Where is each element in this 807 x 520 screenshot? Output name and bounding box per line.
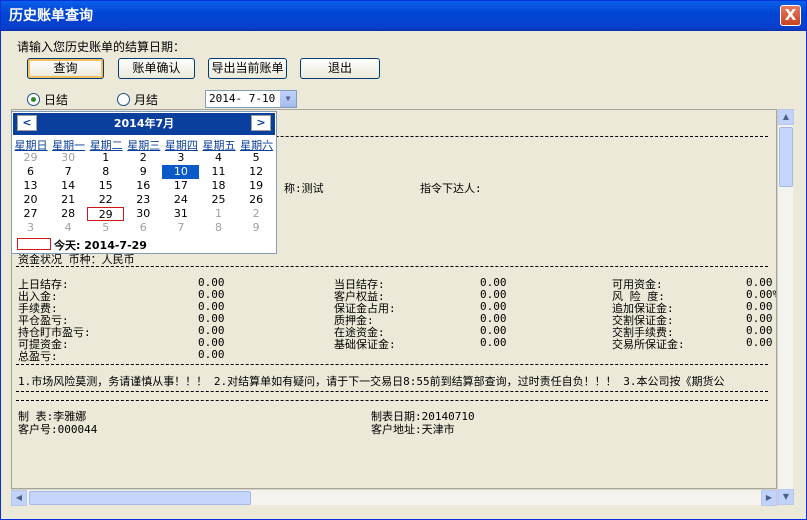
calendar-day[interactable]: 19: [238, 179, 275, 193]
fund-field-label: 总盈亏:: [18, 350, 58, 363]
close-icon[interactable]: X: [780, 5, 801, 26]
divider: [16, 266, 768, 267]
divider: [16, 364, 768, 365]
calendar-day[interactable]: 9: [125, 165, 162, 179]
calendar-day[interactable]: 4: [200, 151, 237, 165]
calendar-day[interactable]: 5: [87, 221, 124, 235]
history-bill-window: 历史账单查询 X 请输入您历史账单的结算日期： 查询 账单确认 导出当前账单 退…: [0, 0, 807, 520]
divider: [16, 391, 768, 392]
horizontal-scroll-thumb[interactable]: [29, 491, 251, 505]
calendar-day[interactable]: 7: [50, 165, 87, 179]
calendar-day[interactable]: 13: [12, 179, 49, 193]
calendar-day[interactable]: 22: [87, 193, 124, 207]
calendar-day[interactable]: 10: [162, 165, 200, 179]
calendar-day[interactable]: 17: [162, 179, 199, 193]
calendar-day[interactable]: 6: [12, 165, 49, 179]
radio-monthly-label: 月结: [134, 93, 159, 107]
radio-daily-label: 日结: [44, 93, 69, 107]
calendar-popup: 2014年7月 < > 星期日 星期一 星期二 星期三 星期四 星期五 星期六 29 30 1 2 3…: [11, 111, 277, 254]
calendar-day[interactable]: 28: [50, 207, 87, 221]
calendar-day[interactable]: 3: [12, 221, 49, 235]
calendar-day[interactable]: 25: [200, 193, 237, 207]
calendar-day[interactable]: 29: [87, 207, 125, 221]
calendar-day[interactable]: 5: [238, 151, 275, 165]
calendar-day[interactable]: 16: [125, 179, 162, 193]
radio-daily[interactable]: 日结: [27, 91, 68, 108]
fund-field-value: 0.00: [480, 336, 507, 349]
calendar-day[interactable]: 24: [162, 193, 199, 207]
calendar-day[interactable]: 15: [87, 179, 124, 193]
divider: [16, 400, 768, 401]
scroll-up-icon[interactable]: ▲: [778, 109, 794, 125]
vertical-scroll-thumb[interactable]: [779, 127, 793, 187]
client-address: 客户地址:天津市: [371, 423, 455, 436]
prev-month-icon[interactable]: <: [17, 115, 37, 131]
calendar-day[interactable]: 31: [162, 207, 199, 221]
calendar-day[interactable]: 7: [162, 221, 199, 235]
risk-notice: 1.市场风险莫测，务请谨慎从事！！！ 2.对结算单如有疑问，请于下一交易日8:5…: [18, 375, 725, 388]
horizontal-scrollbar[interactable]: ◀ ▶: [11, 489, 777, 506]
next-month-icon[interactable]: >: [251, 115, 271, 131]
calendar-day[interactable]: 20: [12, 193, 49, 207]
calendar-day[interactable]: 12: [238, 165, 275, 179]
date-picker[interactable]: 2014- 7-10 ▼: [205, 90, 297, 108]
calendar-day[interactable]: 26: [238, 193, 275, 207]
date-prompt: 请输入您历史账单的结算日期：: [17, 40, 186, 54]
calendar-day[interactable]: 8: [200, 221, 237, 235]
instructor-label: 指令下达人:: [420, 182, 482, 195]
calendar-day[interactable]: 1: [200, 207, 237, 221]
today-link[interactable]: 今天: 2014-7-29: [54, 237, 147, 253]
confirm-bill-button[interactable]: 账单确认: [118, 58, 195, 79]
fund-field-label: 基础保证金:: [334, 338, 396, 351]
exit-button[interactable]: 退出: [300, 58, 380, 79]
scroll-left-icon[interactable]: ◀: [11, 490, 27, 506]
client-number: 客户号:000044: [18, 423, 98, 436]
radio-daily-icon[interactable]: [27, 93, 40, 106]
window-title: 历史账单查询: [9, 8, 93, 24]
date-picker-value: 2014- 7-10: [209, 92, 276, 105]
account-name: 称:测试: [284, 182, 324, 195]
calendar-day[interactable]: 6: [125, 221, 162, 235]
calendar-day[interactable]: 4: [50, 221, 87, 235]
scroll-down-icon[interactable]: ▼: [778, 489, 794, 505]
calendar-day[interactable]: 9: [238, 221, 275, 235]
calendar-day[interactable]: 21: [50, 193, 87, 207]
calendar-day[interactable]: 14: [50, 179, 87, 193]
fund-field-label: 交易所保证金:: [612, 338, 685, 351]
calendar-day[interactable]: 3: [162, 151, 199, 165]
radio-monthly-icon[interactable]: [117, 93, 130, 106]
calendar-day[interactable]: 29: [12, 151, 49, 165]
title-bar: 历史账单查询 X: [1, 1, 806, 31]
query-button[interactable]: 查询: [27, 58, 104, 79]
chevron-down-icon[interactable]: ▼: [280, 91, 296, 107]
radio-monthly[interactable]: 月结: [117, 91, 158, 108]
calendar-day[interactable]: 18: [200, 179, 237, 193]
calendar-day[interactable]: 11: [200, 165, 237, 179]
export-bill-button[interactable]: 导出当前账单: [208, 58, 287, 79]
fund-field-value: 0.00: [746, 336, 773, 349]
calendar-day[interactable]: 8: [87, 165, 124, 179]
calendar-month-title: 2014年7月: [13, 113, 275, 135]
calendar-day[interactable]: 1: [87, 151, 124, 165]
vertical-scrollbar[interactable]: ▲ ▼: [777, 109, 794, 505]
calendar-day[interactable]: 30: [125, 207, 162, 221]
calendar-day[interactable]: 2: [125, 151, 162, 165]
calendar-day[interactable]: 27: [12, 207, 49, 221]
fund-field-value: 0.00: [198, 348, 225, 361]
calendar-day[interactable]: 2: [238, 207, 275, 221]
calendar-day[interactable]: 23: [125, 193, 162, 207]
calendar-day[interactable]: 30: [50, 151, 87, 165]
today-marker: [17, 238, 51, 250]
scroll-right-icon[interactable]: ▶: [761, 490, 777, 506]
